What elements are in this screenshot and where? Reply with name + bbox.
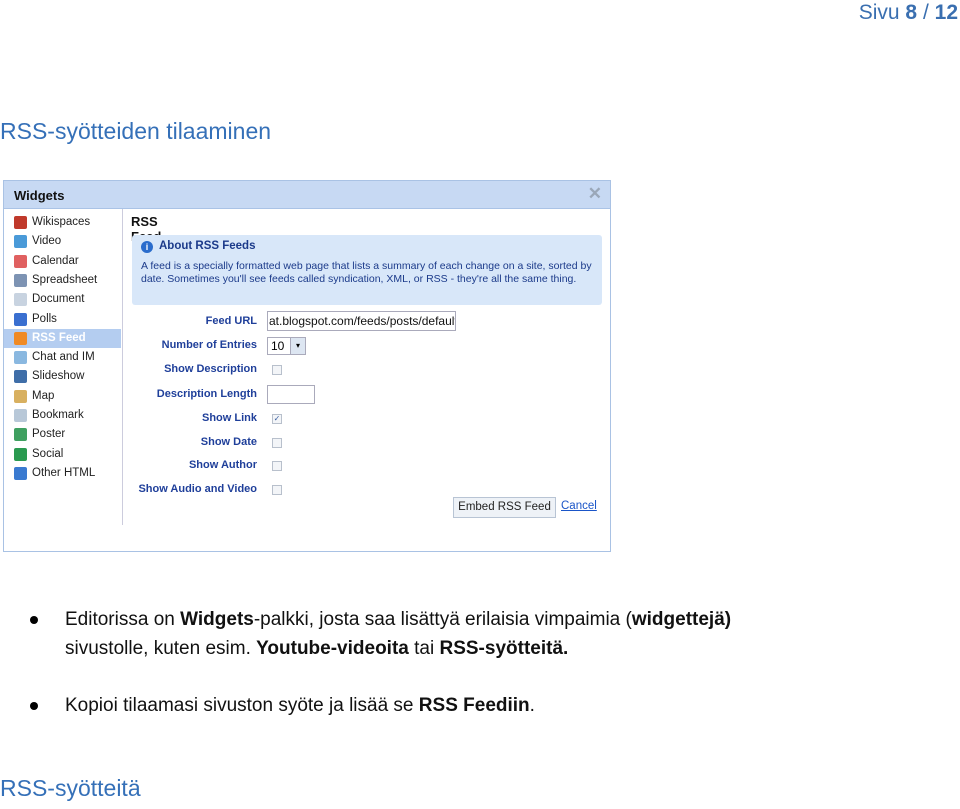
sidebar-item-label: Social (32, 447, 64, 460)
description-length-input[interactable] (267, 385, 315, 404)
sidebar-item-label: Other HTML (32, 466, 96, 479)
current-page: 8 (905, 1, 918, 24)
bullet-icon (30, 616, 38, 624)
sidebar-item-calendar[interactable]: Calendar (4, 252, 121, 271)
bullet-item: Editorissa on Widgets-palkki, josta saa … (30, 605, 930, 665)
show-author-label: Show Author (188, 459, 257, 471)
chat-icon (14, 351, 27, 365)
bullet-icon (30, 702, 38, 710)
bullet-item: Kopioi tilaamasi sivuston syöte ja lisää… (30, 691, 930, 721)
show-link-checkbox[interactable]: ✓ (272, 414, 282, 424)
sidebar-item-label: Polls (32, 312, 57, 325)
sidebar-item-label: Calendar (32, 254, 79, 267)
dialog-title: Widgets (14, 188, 65, 203)
map-icon (14, 389, 27, 403)
cancel-link[interactable]: Cancel (561, 500, 597, 512)
sidebar-item-label: Bookmark (32, 409, 84, 421)
show-author-checkbox[interactable] (272, 461, 282, 471)
entries-label: Number of Entries (161, 339, 257, 351)
calendar-icon (14, 254, 27, 268)
sidebar-item-video[interactable]: Video (4, 232, 121, 251)
chevron-down-icon[interactable]: ▾ (290, 338, 305, 354)
sidebar-item-wikispaces[interactable]: Wikispaces (4, 213, 121, 232)
close-icon[interactable]: ✕ (588, 184, 602, 204)
sidebar-item-other-html[interactable]: Other HTML (4, 464, 121, 483)
social-icon (14, 447, 27, 461)
plant-icon (14, 216, 27, 229)
spreadsheet-icon (14, 273, 27, 287)
sidebar-item-slideshow[interactable]: Slideshow (4, 367, 121, 386)
show-description-label: Show Description (164, 363, 257, 375)
sidebar-item-poster[interactable]: Poster (4, 425, 121, 444)
bar-chart-icon (14, 312, 27, 326)
sidebar-item-label: Wikispaces (32, 216, 91, 228)
show-link-label: Show Link (202, 412, 257, 424)
sidebar-item-bookmark[interactable]: Bookmark (4, 406, 121, 425)
embed-rss-feed-button[interactable]: Embed RSS Feed (453, 497, 556, 518)
show-audio-video-label: Show Audio and Video (138, 483, 257, 495)
sidebar-item-rss-feed[interactable]: RSS Feed (4, 328, 121, 348)
sidebar-item-map[interactable]: Map (4, 387, 121, 406)
widget-sidebar: Wikispaces Video Calendar Spreadsheet Docume… (4, 209, 123, 525)
sidebar-item-label: RSS Feed (32, 331, 86, 344)
show-date-checkbox[interactable] (272, 438, 282, 448)
total-pages: 12 (934, 1, 958, 24)
show-date-label: Show Date (200, 436, 257, 448)
feed-url-label: Feed URL (205, 315, 257, 327)
bullet-line: sivustolle, kuten esim. Youtube-videoita… (65, 638, 569, 659)
sidebar-item-social[interactable]: Social (4, 445, 121, 464)
sidebar-item-label: Poster (32, 428, 66, 441)
poster-icon (14, 428, 27, 442)
show-audio-video-checkbox[interactable] (272, 485, 282, 495)
sidebar-item-spreadsheet[interactable]: Spreadsheet (4, 271, 121, 290)
page-label: Sivu (858, 1, 900, 24)
sidebar-item-label: Spreadsheet (32, 273, 98, 286)
page-number: Sivu 8 / 12 (859, 1, 958, 25)
bullet-line: Kopioi tilaamasi sivuston syöte ja lisää… (65, 695, 535, 716)
document-icon (14, 293, 27, 307)
dialog-header: Widgets ✕ (4, 181, 610, 209)
sidebar-item-document[interactable]: Document (4, 290, 121, 309)
bullet-line: Editorissa on Widgets-palkki, josta saa … (65, 609, 732, 630)
description-length-label: Description Length (156, 388, 257, 400)
tv-icon (14, 235, 27, 249)
sidebar-item-label: Slideshow (32, 370, 85, 383)
info-title: About RSS Feeds (159, 240, 256, 252)
sidebar-item-label: Video (32, 235, 62, 248)
rss-icon (14, 331, 27, 345)
sidebar-item-label: Document (32, 293, 85, 306)
feed-url-input[interactable]: at.blogspot.com/feeds/posts/default (267, 311, 456, 331)
sidebar-item-label: Chat and IM (32, 351, 95, 364)
entries-value: 10 (271, 339, 285, 353)
show-description-checkbox[interactable] (272, 365, 282, 375)
sidebar-item-label: Map (32, 389, 55, 402)
section-heading: RSS-syötteitä (0, 775, 141, 801)
sidebar-item-chat-and-im[interactable]: Chat and IM (4, 348, 121, 367)
section-heading: RSS-syötteiden tilaaminen (0, 118, 272, 144)
page-sep: / (922, 1, 929, 24)
slideshow-icon (14, 370, 27, 384)
bookmark-icon (14, 409, 27, 422)
info-box: i About RSS Feeds A feed is a specially … (132, 235, 602, 305)
entries-select[interactable]: 10 ▾ (267, 337, 306, 355)
info-text: A feed is a specially formatted web page… (141, 260, 592, 285)
sidebar-item-polls[interactable]: Polls (4, 310, 121, 329)
html-icon (14, 466, 27, 480)
info-icon: i (141, 241, 153, 253)
widgets-dialog: Widgets ✕ Wikispaces Video Calendar Spreads… (3, 180, 611, 552)
